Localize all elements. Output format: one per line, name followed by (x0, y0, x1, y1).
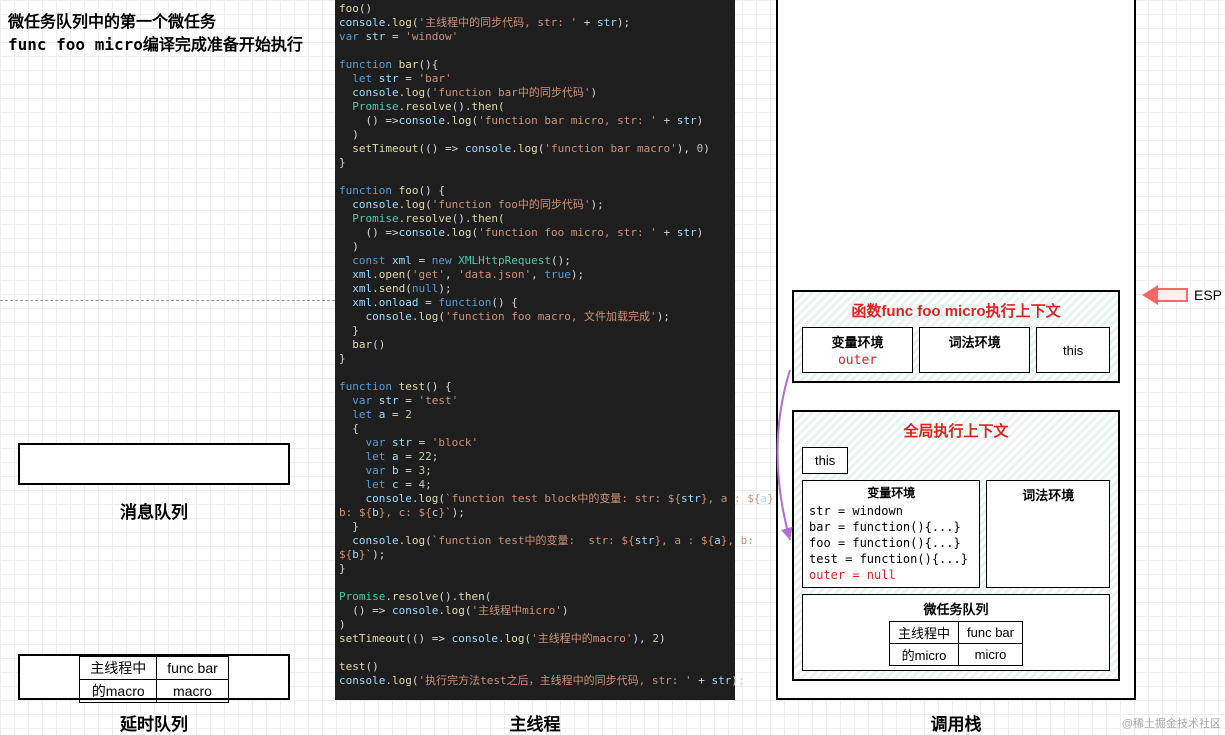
micro-cell: micro (959, 644, 1023, 666)
message-queue-label: 消息队列 (18, 498, 290, 523)
this-text: this (1063, 343, 1083, 358)
delay-cell: 的macro (80, 680, 157, 703)
call-stack-label: 调用栈 (776, 710, 1136, 735)
micro-queue-label: 微任务队列 (807, 599, 1105, 618)
main-thread-label: 主线程 (335, 710, 735, 735)
this-text: this (815, 453, 835, 468)
delay-queue-label: 延时队列 (18, 710, 290, 735)
esp-label: ESP (1194, 287, 1222, 303)
delay-cell: func bar (157, 657, 229, 680)
global-ctx-var-env: 变量环境 str = windown bar = function(){...}… (802, 480, 980, 588)
heading-line1: 微任务队列中的第一个微任务 (8, 12, 303, 34)
func-ctx-this: this (1036, 327, 1110, 373)
func-ctx-card: 函数func foo micro执行上下文 变量环境 outer 词法环境 th… (792, 290, 1120, 383)
esp-pointer: ESP (1142, 285, 1222, 305)
delay-cell: macro (157, 680, 229, 703)
call-stack-panel: 函数func foo micro执行上下文 变量环境 outer 词法环境 th… (776, 0, 1136, 700)
micro-cell: func bar (959, 622, 1023, 644)
heading: 微任务队列中的第一个微任务 func foo micro编译完成准备开始执行 (8, 12, 303, 56)
outer-null: outer = null (809, 567, 973, 583)
arrow-left-icon (1142, 285, 1158, 305)
func-ctx-var-env: 变量环境 outer (802, 327, 913, 373)
micro-queue-table: 主线程中 func bar 的micro micro (889, 621, 1023, 666)
delay-cell: 主线程中 (80, 657, 157, 680)
func-ctx-title: 函数func foo micro执行上下文 (802, 300, 1110, 321)
func-ctx-lex-env: 词法环境 (919, 327, 1030, 373)
var-env-label: 变量环境 (809, 332, 906, 351)
var-env-label: 变量环境 (809, 485, 973, 501)
micro-queue-box: 微任务队列 主线程中 func bar 的micro micro (802, 594, 1110, 671)
micro-cell: 的micro (890, 644, 959, 666)
global-ctx-card: 全局执行上下文 this 变量环境 str = windown bar = fu… (792, 410, 1120, 681)
outer-text: outer (809, 353, 906, 368)
message-queue-box (18, 443, 290, 485)
dashed-separator (0, 300, 335, 301)
lex-env-label: 词法环境 (993, 485, 1103, 504)
watermark: @稀土掘金技术社区 (1122, 715, 1221, 731)
lex-env-label: 词法环境 (926, 332, 1023, 351)
var-env-body: str = windown bar = function(){...} foo … (809, 503, 973, 567)
global-ctx-lex-env: 词法环境 (986, 480, 1110, 588)
heading-line2: func foo micro编译完成准备开始执行 (8, 34, 303, 56)
delay-queue-box: 主线程中 func bar 的macro macro (18, 654, 290, 700)
esp-bar (1158, 288, 1188, 302)
code-panel: foo() console.log('主线程中的同步代码, str: ' + s… (335, 0, 735, 700)
delay-queue-table: 主线程中 func bar 的macro macro (79, 656, 229, 703)
global-ctx-title: 全局执行上下文 (802, 420, 1110, 441)
global-ctx-this: this (802, 447, 848, 474)
micro-cell: 主线程中 (890, 622, 959, 644)
